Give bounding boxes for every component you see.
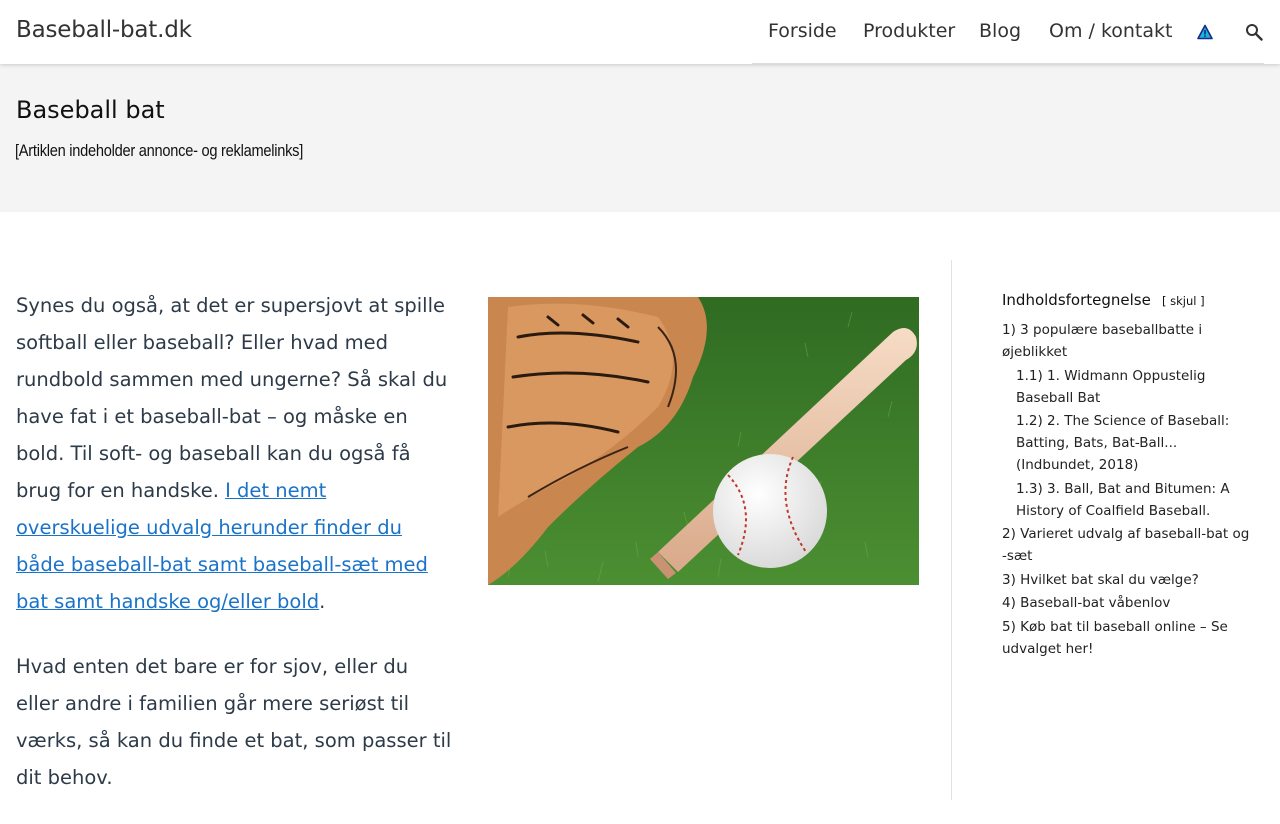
toc-link[interactable]: 1) 3 populære baseballbatte i øjeblikket [1002,322,1202,360]
intro-paragraph: Synes du også, at det er supersjovt at s… [16,287,456,620]
toc-toggle-open: [ [1161,294,1167,308]
baseball-photo [488,297,919,585]
nav-item-produkter[interactable]: Produkter [863,20,955,42]
toc-link[interactable]: 3) Hvilket bat skal du vælge? [1002,572,1199,588]
toc-subitem: 1.1) 1. Widmann Oppustelig Baseball Bat [1002,365,1252,409]
toc-link[interactable]: 2) Varieret udvalg af baseball-bat og -s… [1002,526,1249,564]
site-title-link[interactable]: Baseball-bat.dk [16,17,192,43]
search-icon[interactable] [1245,23,1263,41]
intro-period: . [319,590,326,613]
toc-item: 5) Køb bat til baseball online – Se udva… [1002,616,1252,660]
toc-item: 2) Varieret udvalg af baseball-bat og -s… [1002,523,1252,567]
toc-list: 1) 3 populære baseballbatte i øjeblikket… [1002,319,1252,660]
intro-text: Synes du også, at det er supersjovt at s… [16,294,448,502]
toc-toggle-close: ] [1200,294,1205,308]
toc-link[interactable]: 5) Køb bat til baseball online – Se udva… [1002,619,1228,657]
toc-subitem: 1.2) 2. The Science of Baseball: Batting… [1002,410,1252,476]
toc-title: Indholdsfortegnelse [1002,291,1151,309]
warning-triangle-icon[interactable] [1197,24,1213,40]
ad-disclaimer: [Artiklen indeholder annonce- og reklame… [15,141,304,160]
toc-link[interactable]: 1.3) 3. Ball, Bat and Bitumen: A History… [1016,481,1230,519]
nav-item-blog[interactable]: Blog [979,20,1021,42]
table-of-contents: Indholdsfortegnelse [ skjul ] 1) 3 popul… [1002,290,1252,661]
toc-subitem: 1.3) 3. Ball, Bat and Bitumen: A History… [1002,478,1252,522]
toc-link[interactable]: 4) Baseball-bat våbenlov [1002,595,1170,611]
page-hero: Baseball bat [Artiklen indeholder annonc… [0,64,1280,212]
article-body: Synes du også, at det er supersjovt at s… [16,287,456,824]
sidebar-divider [951,260,952,800]
second-paragraph: Hvad enten det bare er for sjov, eller d… [16,655,452,789]
toc-toggle: [ skjul ] [1162,294,1205,308]
toc-link[interactable]: 1.2) 2. The Science of Baseball: Batting… [1016,413,1229,473]
main-nav: Forside Produkter Blog Om / kontakt [752,0,1264,64]
toc-item: 3) Hvilket bat skal du vælge? [1002,569,1252,591]
toc-item: 4) Baseball-bat våbenlov [1002,592,1252,614]
site-header: Baseball-bat.dk Forside Produkter Blog O… [0,0,1280,64]
nav-item-om-kontakt[interactable]: Om / kontakt [1049,20,1172,42]
nav-item-forside[interactable]: Forside [768,20,837,42]
toc-link[interactable]: 1.1) 1. Widmann Oppustelig Baseball Bat [1016,368,1205,406]
toc-item: 1) 3 populære baseballbatte i øjeblikket [1002,319,1252,363]
toc-hide-button[interactable]: skjul [1170,294,1196,308]
page-title: Baseball bat [16,96,165,124]
